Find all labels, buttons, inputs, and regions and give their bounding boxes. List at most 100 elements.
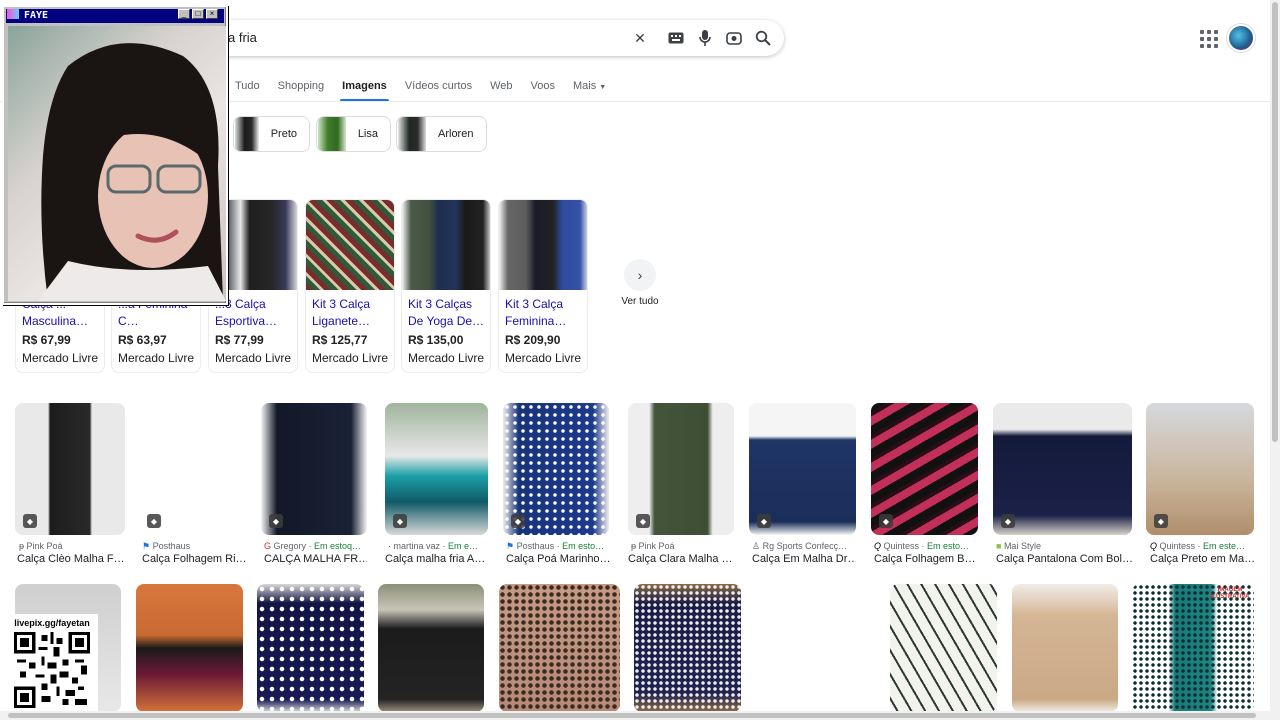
tab-web[interactable]: Web bbox=[481, 78, 521, 102]
clear-icon[interactable]: ✕ bbox=[630, 28, 650, 48]
image-result[interactable] bbox=[499, 584, 620, 712]
source-name: Quintess bbox=[1159, 541, 1196, 551]
image-result[interactable]: ◆ bbox=[1146, 403, 1254, 535]
source-favicon: ■ bbox=[996, 541, 1004, 551]
horizontal-scrollbar-thumb[interactable] bbox=[8, 713, 1256, 718]
search-icon[interactable] bbox=[753, 28, 773, 48]
lens-icon[interactable] bbox=[724, 28, 744, 48]
image-result[interactable]: ◆ bbox=[749, 403, 856, 535]
chip-thumbnail bbox=[235, 117, 259, 151]
image-source[interactable]: ᵽ Pink Poá bbox=[631, 541, 734, 551]
tag-icon: ◆ bbox=[1001, 514, 1015, 528]
image-result[interactable] bbox=[890, 584, 997, 712]
image-result[interactable] bbox=[257, 584, 364, 712]
tab-mais[interactable]: Mais ▼ bbox=[564, 78, 615, 102]
tab-tudo[interactable]: Tudo bbox=[226, 78, 269, 102]
product-price: R$ 63,97 bbox=[118, 333, 167, 347]
mic-icon[interactable] bbox=[695, 28, 715, 48]
chip-lisa[interactable]: Lisa bbox=[316, 116, 391, 152]
image-source[interactable]: · martina vaz · Em e… bbox=[388, 541, 488, 551]
next-arrow-button[interactable]: › bbox=[624, 259, 656, 291]
chip-arloren[interactable]: Arloren bbox=[396, 116, 487, 152]
see-all-link[interactable]: Ver tudo bbox=[608, 296, 672, 307]
image-result[interactable]: IMAGEM ILUSTRATIVA bbox=[1132, 584, 1254, 712]
source-name: Rg Sports Confecç… bbox=[762, 541, 848, 551]
image-result[interactable]: ◆ bbox=[628, 403, 734, 535]
image-title[interactable]: Calça Folhagem Ri… bbox=[142, 553, 246, 565]
tag-icon: ◆ bbox=[23, 514, 37, 528]
tab-voos[interactable]: Voos bbox=[522, 78, 564, 102]
apps-grid-icon[interactable] bbox=[1198, 28, 1218, 48]
source-favicon: G bbox=[264, 541, 274, 551]
image-result[interactable]: ◆ bbox=[15, 403, 125, 535]
image-source[interactable]: ♙ Rg Sports Confecç… bbox=[752, 541, 856, 552]
image-result[interactable]: ◆ bbox=[261, 403, 367, 535]
image-source[interactable]: G Gregory · Em estoq… bbox=[264, 541, 367, 551]
image-result[interactable]: ◆ bbox=[871, 403, 978, 535]
image-title[interactable]: Calça Clèo Malha F… bbox=[17, 553, 125, 565]
tag-icon: ◆ bbox=[147, 514, 161, 528]
search-bar[interactable]: a fria ✕ bbox=[190, 20, 784, 56]
webcam-overlay-window: FAYE _ □ × bbox=[2, 5, 228, 305]
image-result[interactable] bbox=[378, 584, 484, 712]
product-title[interactable]: Kit 3 Calça Liganete… bbox=[312, 296, 394, 330]
product-store: Mercado Livre bbox=[215, 351, 292, 365]
minimize-icon: _ bbox=[178, 9, 190, 19]
qr-code bbox=[14, 632, 90, 708]
tab-shopping[interactable]: Shopping bbox=[269, 78, 334, 102]
product-price: R$ 125,77 bbox=[312, 333, 368, 347]
avatar[interactable] bbox=[1227, 24, 1255, 52]
image-title[interactable]: Calça Folhagem B… bbox=[874, 553, 978, 565]
image-source[interactable]: ⚑ Posthaus · Em esto… bbox=[506, 541, 609, 552]
chip-preto[interactable]: Preto bbox=[233, 116, 310, 152]
chevron-right-icon: › bbox=[637, 267, 643, 283]
caret-down-icon: ▼ bbox=[599, 84, 607, 91]
product-card[interactable]: Kit 3 Calça Liganete… R$ 125,77 Mercado … bbox=[305, 199, 395, 373]
image-source[interactable]: Q Quintess · Em este… bbox=[1150, 541, 1254, 551]
product-image bbox=[402, 200, 490, 290]
image-result[interactable]: ◆ bbox=[503, 403, 609, 535]
product-price: R$ 67,99 bbox=[22, 333, 71, 347]
image-result[interactable] bbox=[634, 584, 741, 712]
vertical-scrollbar-thumb[interactable] bbox=[1272, 2, 1278, 442]
source-name: Posthaus bbox=[152, 541, 191, 551]
tag-icon: ◆ bbox=[1154, 514, 1168, 528]
image-title[interactable]: Calça malha fria A… bbox=[385, 553, 488, 565]
product-image bbox=[306, 200, 394, 290]
product-card[interactable]: Kit 3 Calça Feminina… R$ 209,90 Mercado … bbox=[498, 199, 588, 373]
tab-videos[interactable]: Vídeos curtos bbox=[396, 78, 481, 102]
image-result[interactable] bbox=[136, 584, 243, 712]
image-result[interactable]: ◆ bbox=[139, 403, 246, 535]
stock-status: Em esto… bbox=[927, 541, 970, 551]
image-badge: IMAGEM ILUSTRATIVA bbox=[1210, 587, 1250, 600]
image-title[interactable]: Calça Pantalona Com Bol… bbox=[996, 553, 1132, 565]
tag-icon: ◆ bbox=[879, 514, 893, 528]
image-title[interactable]: Calça Clara Malha … bbox=[628, 553, 734, 565]
tag-icon: ◆ bbox=[511, 514, 525, 528]
image-title[interactable]: Calça Poá Marinho… bbox=[506, 553, 609, 565]
search-input[interactable]: a fria bbox=[228, 30, 257, 45]
image-title[interactable]: CALÇA MALHA FR… bbox=[264, 553, 367, 565]
product-card[interactable]: Kit 3 Calças De Yoga De… R$ 135,00 Merca… bbox=[401, 199, 491, 373]
image-source[interactable]: ᵽ Pink Poá bbox=[19, 541, 125, 551]
chip-label: Arloren bbox=[438, 128, 474, 140]
tab-imagens[interactable]: Imagens bbox=[333, 78, 396, 102]
product-title[interactable]: Kit 3 Calça Feminina… bbox=[505, 296, 587, 330]
product-price: R$ 209,90 bbox=[505, 333, 561, 347]
product-title[interactable]: Kit 3 Calças De Yoga De… bbox=[408, 296, 490, 330]
stock-status: Em e… bbox=[448, 541, 479, 551]
image-result[interactable]: ◆ bbox=[385, 403, 488, 535]
image-title[interactable]: Calça Preto em Ma… bbox=[1150, 553, 1254, 565]
product-store: Mercado Livre bbox=[22, 351, 99, 365]
image-source[interactable]: ⚑ Posthaus bbox=[142, 541, 246, 552]
image-result[interactable]: ◆ bbox=[993, 403, 1132, 535]
close-icon: × bbox=[206, 9, 218, 19]
chip-label: Lisa bbox=[357, 128, 378, 140]
image-title[interactable]: Calça Em Malha Dr… bbox=[752, 553, 856, 565]
image-result[interactable] bbox=[1012, 584, 1118, 712]
stock-status: Em este… bbox=[1203, 541, 1246, 551]
keyboard-icon[interactable] bbox=[666, 28, 686, 48]
image-result[interactable] bbox=[755, 584, 876, 712]
image-source[interactable]: Q Quintess · Em esto… bbox=[874, 541, 978, 551]
image-source[interactable]: ■ Mai Style bbox=[996, 541, 1132, 551]
